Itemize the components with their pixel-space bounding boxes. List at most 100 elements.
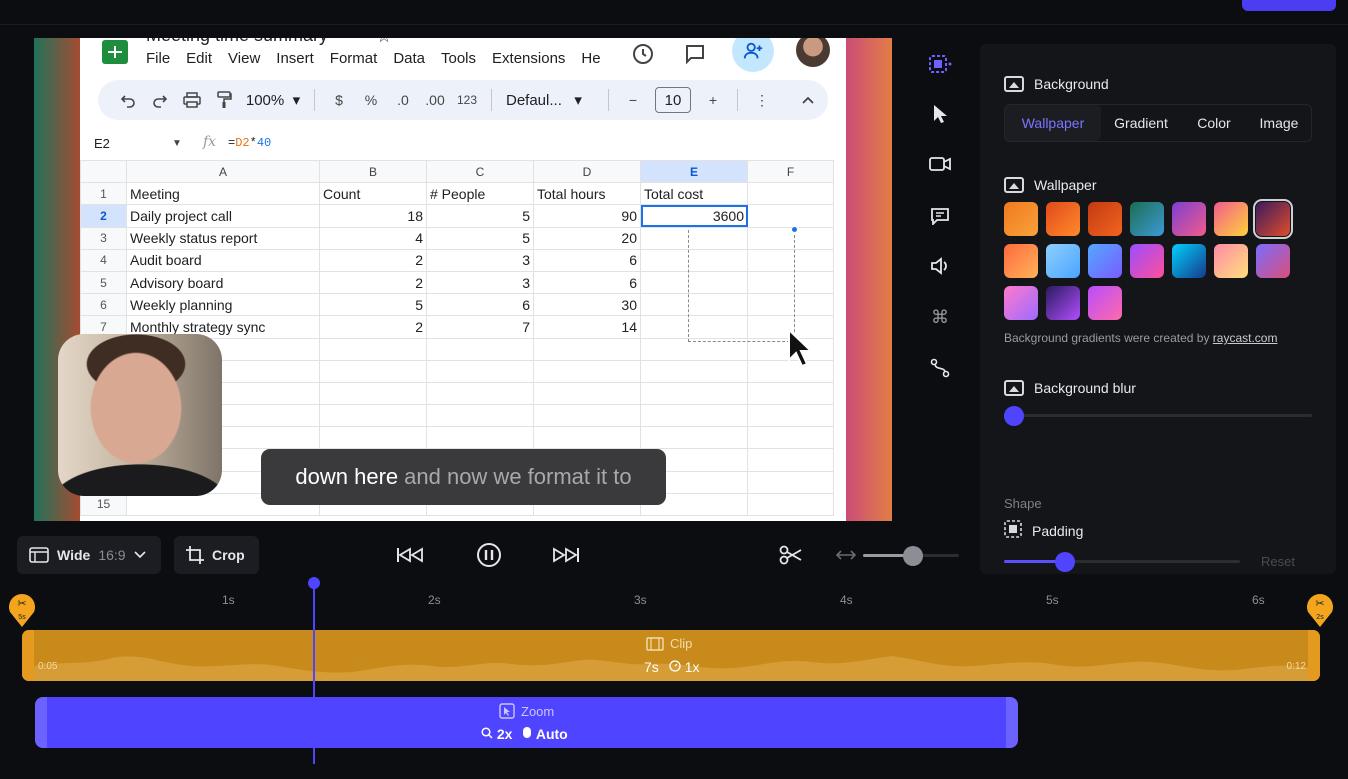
cell[interactable]: 20 bbox=[533, 226, 641, 250]
wallpaper-swatch[interactable] bbox=[1214, 202, 1248, 236]
cell[interactable]: Weekly status report bbox=[126, 226, 320, 250]
row-header[interactable]: 3 bbox=[80, 226, 127, 250]
row-header[interactable]: 4 bbox=[80, 248, 127, 272]
cell[interactable]: Count bbox=[319, 182, 427, 206]
cell[interactable] bbox=[640, 426, 748, 450]
cell[interactable] bbox=[747, 470, 834, 494]
cell[interactable]: 3600 bbox=[640, 204, 748, 228]
print-icon[interactable] bbox=[176, 86, 208, 114]
clip-track[interactable]: Clip 7s 1x 0:05 0:12 bbox=[22, 630, 1320, 681]
zoom-handle-left[interactable] bbox=[35, 697, 47, 748]
cell[interactable] bbox=[319, 337, 427, 361]
shortcuts-settings-icon[interactable]: ⌘ bbox=[922, 301, 958, 333]
wallpaper-swatch[interactable] bbox=[1172, 244, 1206, 278]
number-format-button[interactable]: 123 bbox=[451, 86, 483, 114]
row-header[interactable]: 2 bbox=[80, 204, 127, 228]
cell[interactable] bbox=[747, 381, 834, 406]
history-icon[interactable] bbox=[628, 39, 658, 69]
decrease-decimal-button[interactable]: .0 bbox=[387, 86, 419, 114]
wallpaper-swatch[interactable] bbox=[1256, 244, 1290, 278]
cell[interactable]: 6 bbox=[533, 270, 641, 295]
wallpaper-swatch[interactable] bbox=[1046, 286, 1080, 320]
grid-corner[interactable] bbox=[80, 159, 127, 184]
zoom-track[interactable]: Zoom 2x Auto bbox=[35, 697, 1018, 748]
wallpaper-swatch[interactable] bbox=[1214, 244, 1248, 278]
wallpaper-swatch[interactable] bbox=[1046, 202, 1080, 236]
cell[interactable]: 30 bbox=[533, 293, 641, 317]
font-size-input[interactable]: 10 bbox=[655, 87, 691, 113]
wallpaper-swatch[interactable] bbox=[1004, 244, 1038, 278]
tab-image[interactable]: Image bbox=[1247, 105, 1311, 141]
credit-link[interactable]: raycast.com bbox=[1213, 331, 1278, 345]
cell[interactable] bbox=[533, 359, 641, 383]
comments-icon[interactable] bbox=[680, 39, 710, 69]
column-header[interactable]: A bbox=[126, 159, 320, 184]
cell[interactable]: 14 bbox=[533, 315, 641, 339]
cell[interactable]: 6 bbox=[426, 293, 534, 317]
pause-icon[interactable] bbox=[474, 540, 504, 570]
menu-item[interactable]: Extensions bbox=[492, 50, 565, 67]
cell[interactable] bbox=[747, 404, 834, 428]
cell[interactable]: 4 bbox=[319, 226, 427, 250]
cell[interactable] bbox=[747, 182, 834, 206]
wallpaper-swatch[interactable] bbox=[1130, 202, 1164, 236]
cell[interactable]: 6 bbox=[533, 248, 641, 272]
menu-item[interactable]: View bbox=[228, 50, 260, 67]
transitions-settings-icon[interactable] bbox=[922, 352, 958, 384]
menu-item[interactable]: Data bbox=[393, 50, 425, 67]
row-header[interactable]: 15 bbox=[80, 492, 127, 517]
wallpaper-swatch[interactable] bbox=[1004, 202, 1038, 236]
aspect-ratio-select[interactable]: Wide 16:9 bbox=[17, 536, 161, 574]
wallpaper-swatch[interactable] bbox=[1130, 244, 1164, 278]
cell[interactable] bbox=[426, 381, 534, 406]
row-header[interactable]: 6 bbox=[80, 293, 127, 317]
cell[interactable] bbox=[533, 381, 641, 406]
cell[interactable] bbox=[426, 337, 534, 361]
column-header[interactable]: F bbox=[747, 159, 834, 184]
cell[interactable]: Meeting bbox=[126, 182, 320, 206]
reset-button[interactable]: Reset bbox=[1261, 554, 1295, 569]
decrease-font-size-button[interactable]: − bbox=[617, 86, 649, 114]
tab-color[interactable]: Color bbox=[1181, 105, 1247, 141]
cell[interactable]: 2 bbox=[319, 248, 427, 272]
fill-handle[interactable] bbox=[791, 226, 798, 233]
star-icon[interactable]: ☆ bbox=[376, 38, 392, 47]
crop-button[interactable]: Crop bbox=[174, 536, 259, 574]
cell[interactable] bbox=[426, 426, 534, 450]
cell[interactable] bbox=[319, 404, 427, 428]
percent-format-button[interactable]: % bbox=[355, 86, 387, 114]
tab-gradient[interactable]: Gradient bbox=[1101, 105, 1181, 141]
cell[interactable] bbox=[747, 448, 834, 472]
menu-item[interactable]: Format bbox=[330, 50, 378, 67]
camera-settings-icon[interactable] bbox=[922, 148, 958, 180]
cell[interactable] bbox=[319, 426, 427, 450]
cell[interactable]: 3 bbox=[426, 248, 534, 272]
cell[interactable]: Weekly planning bbox=[126, 293, 320, 317]
cell[interactable]: 2 bbox=[319, 315, 427, 339]
cell[interactable]: 3 bbox=[426, 270, 534, 295]
user-avatar[interactable] bbox=[796, 38, 830, 67]
zoom-select[interactable]: 100% ▾ bbox=[240, 86, 306, 114]
cell[interactable] bbox=[640, 404, 748, 428]
cell[interactable]: # People bbox=[426, 182, 534, 206]
cell[interactable]: Total hours bbox=[533, 182, 641, 206]
cell[interactable] bbox=[747, 204, 834, 228]
audio-settings-icon[interactable] bbox=[922, 250, 958, 282]
cursor-settings-icon[interactable] bbox=[922, 98, 958, 130]
redo-icon[interactable] bbox=[144, 86, 176, 114]
wallpaper-swatch[interactable] bbox=[1253, 199, 1293, 239]
scissors-icon[interactable] bbox=[776, 540, 806, 570]
wallpaper-swatch[interactable] bbox=[1004, 286, 1038, 320]
skip-back-icon[interactable] bbox=[395, 540, 425, 570]
cell[interactable]: Total cost bbox=[640, 182, 748, 206]
cell[interactable]: 90 bbox=[533, 204, 641, 228]
row-header[interactable]: 5 bbox=[80, 270, 127, 295]
zoom-handle-right[interactable] bbox=[1006, 697, 1018, 748]
cell[interactable] bbox=[533, 426, 641, 450]
cell[interactable]: 5 bbox=[426, 204, 534, 228]
cell[interactable] bbox=[747, 492, 834, 517]
clip-handle-left[interactable] bbox=[22, 630, 34, 681]
collapse-toolbar-icon[interactable] bbox=[792, 86, 824, 114]
menu-item[interactable]: He bbox=[581, 50, 600, 67]
wallpaper-swatch[interactable] bbox=[1172, 202, 1206, 236]
